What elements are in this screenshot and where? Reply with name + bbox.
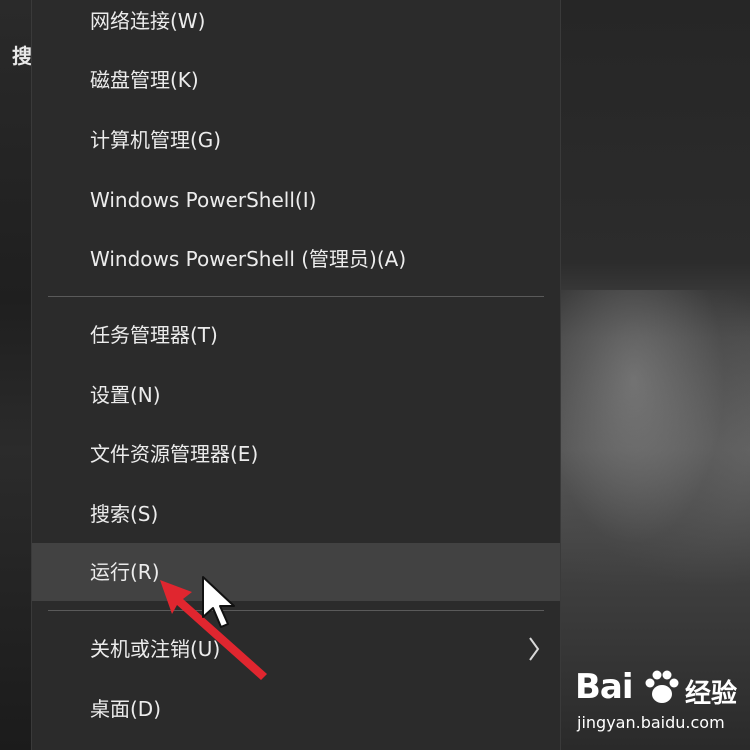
menu-item-label: 文件资源管理器(E) bbox=[90, 442, 259, 466]
menu-item-desktop[interactable]: 桌面(D) bbox=[32, 680, 560, 738]
menu-item-label: Windows PowerShell (管理员)(A) bbox=[90, 247, 407, 271]
menu-item-label: Windows PowerShell(I) bbox=[90, 188, 317, 212]
menu-item-network-connections[interactable]: 网络连接(W) bbox=[32, 0, 560, 50]
watermark-url: jingyan.baidu.com bbox=[577, 713, 725, 732]
menu-item-shutdown-signout[interactable]: 关机或注销(U) bbox=[32, 620, 560, 678]
menu-item-label: 磁盘管理(K) bbox=[90, 68, 199, 92]
menu-item-powershell[interactable]: Windows PowerShell(I) bbox=[32, 171, 560, 229]
baidu-jingyan-watermark: Bai 经验 jingyan.baidu.com bbox=[575, 665, 745, 740]
menu-item-label: 网络连接(W) bbox=[90, 9, 206, 33]
menu-item-task-manager[interactable]: 任务管理器(T) bbox=[32, 306, 560, 364]
menu-separator bbox=[48, 610, 544, 611]
menu-separator bbox=[48, 296, 544, 297]
menu-item-label: 设置(N) bbox=[90, 383, 161, 407]
menu-item-search[interactable]: 搜索(S) bbox=[32, 485, 560, 543]
watermark-suffix: 经验 bbox=[685, 679, 738, 709]
menu-item-powershell-admin[interactable]: Windows PowerShell (管理员)(A) bbox=[32, 230, 560, 288]
menu-item-computer-management[interactable]: 计算机管理(G) bbox=[32, 111, 560, 169]
chevron-right-icon bbox=[529, 637, 540, 661]
background-text-fragment: 搜 bbox=[12, 44, 32, 68]
wallpaper-mountain bbox=[556, 290, 750, 590]
watermark-brand: Bai bbox=[575, 667, 634, 707]
menu-item-settings[interactable]: 设置(N) bbox=[32, 366, 560, 424]
menu-item-label: 搜索(S) bbox=[90, 502, 159, 526]
menu-item-file-explorer[interactable]: 文件资源管理器(E) bbox=[32, 425, 560, 483]
menu-item-label: 任务管理器(T) bbox=[90, 323, 218, 347]
menu-item-run[interactable]: 运行(R) bbox=[32, 543, 560, 601]
winx-context-menu: 网络连接(W) 磁盘管理(K) 计算机管理(G) Windows PowerSh… bbox=[32, 0, 560, 750]
menu-item-disk-management[interactable]: 磁盘管理(K) bbox=[32, 51, 560, 109]
paw-icon bbox=[645, 670, 679, 703]
mouse-cursor-icon bbox=[202, 576, 235, 628]
menu-item-label: 计算机管理(G) bbox=[90, 128, 222, 152]
menu-item-label: 桌面(D) bbox=[90, 697, 162, 721]
